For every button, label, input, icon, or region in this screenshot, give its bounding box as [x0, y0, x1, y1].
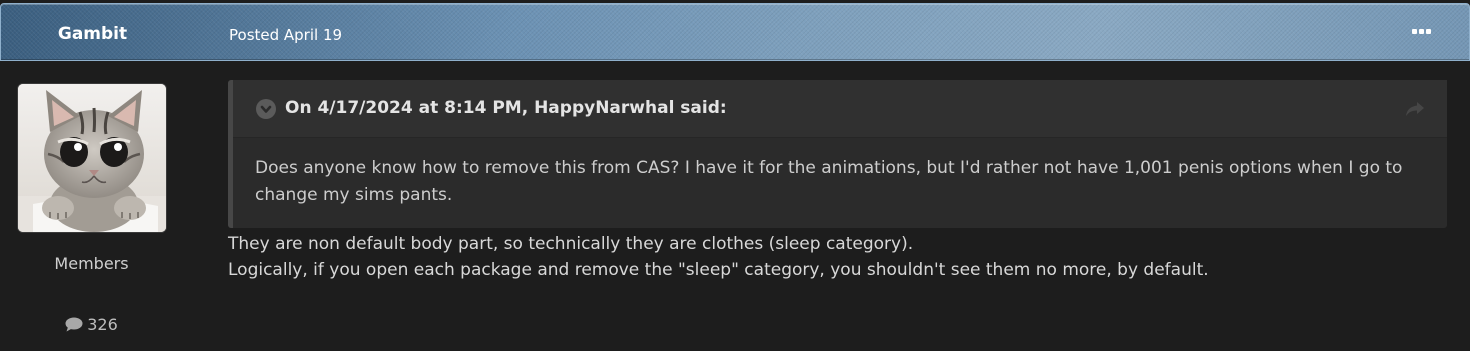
- more-options-icon[interactable]: [1412, 29, 1431, 34]
- post-date[interactable]: Posted April 19: [229, 26, 342, 44]
- post-paragraph: They are non default body part, so techn…: [228, 234, 914, 254]
- author-name[interactable]: Gambit: [1, 24, 184, 44]
- avatar-kitten-image: [18, 84, 166, 232]
- post-header: Gambit Posted April 19: [0, 3, 1470, 61]
- quote-header: On 4/17/2024 at 8:14 PM, HappyNarwhal sa…: [233, 80, 1447, 138]
- post-content: They are non default body part, so techn…: [228, 231, 1428, 283]
- post-count: 326: [0, 315, 183, 334]
- quote-citation: On 4/17/2024 at 8:14 PM, HappyNarwhal sa…: [285, 98, 727, 118]
- share-arrow-icon[interactable]: [1405, 101, 1425, 121]
- member-group: Members: [54, 254, 129, 273]
- avatar[interactable]: [17, 83, 167, 233]
- comment-bubble-icon: [65, 317, 83, 332]
- quote-block: On 4/17/2024 at 8:14 PM, HappyNarwhal sa…: [228, 80, 1447, 228]
- post-count-value: 326: [87, 315, 118, 334]
- quote-text: Does anyone know how to remove this from…: [255, 158, 1403, 205]
- post-paragraph: Logically, if you open each package and …: [228, 260, 1209, 280]
- chevron-down-icon[interactable]: [256, 99, 276, 119]
